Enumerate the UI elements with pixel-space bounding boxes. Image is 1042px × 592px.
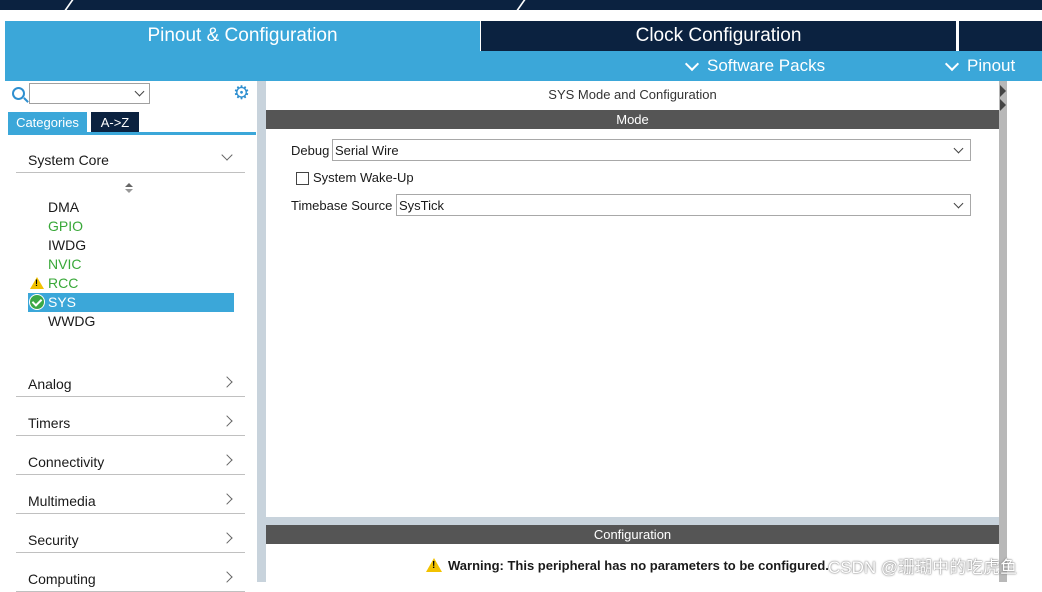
peripheral-item-nvic[interactable]: NVIC [28, 255, 234, 274]
category-security[interactable]: Security [16, 528, 245, 553]
peripheral-label: SYS [48, 294, 77, 310]
gear-icon[interactable]: ⚙ [233, 84, 250, 103]
category-label: Multimedia [28, 493, 96, 509]
debug-select-value: Serial Wire [335, 143, 399, 158]
category-label: System Core [28, 152, 109, 168]
peripheral-label: WWDG [48, 313, 96, 329]
check-circle-icon [29, 294, 45, 310]
chevron-down-icon [221, 149, 233, 161]
page-title: SYS Mode and Configuration [548, 87, 717, 102]
pinout-menu[interactable]: Pinout [944, 51, 1016, 81]
software-packs-menu[interactable]: Software Packs [684, 51, 826, 81]
expand-arrow-icon[interactable] [1000, 85, 1006, 97]
top-header-strip [0, 0, 1042, 12]
left-panel: ⚙ Categories A->Z System Core DMA GPIO I… [5, 81, 257, 592]
system-wakeup-label: System Wake-Up [313, 170, 414, 185]
timebase-select-value: SysTick [399, 198, 445, 213]
peripheral-label: GPIO [48, 218, 84, 234]
category-label: Timers [28, 415, 71, 431]
warning-icon [30, 277, 44, 289]
category-connectivity[interactable]: Connectivity [16, 450, 245, 475]
mode-section-header: Mode [266, 110, 999, 129]
right-scrollbar[interactable] [999, 81, 1007, 582]
left-panel-scrollbar[interactable] [257, 81, 266, 582]
chevron-right-icon [221, 376, 233, 388]
chevron-right-icon [221, 493, 233, 505]
tab-categories[interactable]: Categories [8, 112, 87, 132]
sort-icon[interactable] [125, 183, 133, 195]
chevron-right-icon [221, 571, 233, 583]
category-system-core[interactable]: System Core [16, 148, 245, 173]
debug-label: Debug [291, 143, 330, 158]
chevron-down-icon [953, 198, 964, 209]
pinout-menu-label: Pinout [967, 56, 1016, 75]
category-timers[interactable]: Timers [16, 411, 245, 436]
expand-arrow-icon[interactable] [1000, 99, 1006, 111]
category-label: Connectivity [28, 454, 105, 470]
peripheral-label: DMA [48, 199, 80, 215]
category-label: Security [28, 532, 79, 548]
category-label: Analog [28, 376, 72, 392]
warning-text: Warning: This peripheral has no paramete… [448, 558, 829, 573]
software-packs-label: Software Packs [707, 56, 826, 75]
secondary-menu-bar: Software Packs Pinout [5, 51, 1042, 81]
peripheral-item-rcc[interactable]: RCC [28, 274, 234, 293]
chevron-right-icon [221, 415, 233, 427]
tab-extra[interactable] [957, 21, 1042, 51]
category-label: Computing [28, 571, 96, 587]
panel-splitter[interactable] [266, 517, 999, 525]
top-tab-bar: Pinout & Configuration Clock Configurati… [5, 21, 1042, 51]
chevron-right-icon [221, 532, 233, 544]
timebase-source-label: Timebase Source [291, 198, 393, 213]
category-analog[interactable]: Analog [16, 372, 245, 397]
watermark: CSDN @珊瑚中的吃虎鱼 [828, 558, 1018, 577]
tab-clock-configuration[interactable]: Clock Configuration [480, 21, 956, 51]
header-separator [63, 0, 75, 12]
tab-a-z[interactable]: A->Z [91, 112, 139, 132]
chevron-down-icon [684, 56, 700, 71]
debug-select[interactable]: Serial Wire [332, 139, 971, 161]
peripheral-label: RCC [48, 275, 79, 291]
peripheral-item-sys[interactable]: SYS [28, 293, 234, 312]
category-computing[interactable]: Computing [16, 567, 245, 592]
system-wakeup-checkbox[interactable] [296, 172, 309, 185]
peripheral-item-iwdg[interactable]: IWDG [28, 236, 234, 255]
peripheral-item-dma[interactable]: DMA [28, 198, 234, 217]
timebase-source-select[interactable]: SysTick [396, 194, 971, 216]
category-multimedia[interactable]: Multimedia [16, 489, 245, 514]
peripheral-item-wwdg[interactable]: WWDG [28, 312, 234, 331]
search-icon[interactable] [12, 87, 25, 100]
peripheral-label: NVIC [48, 256, 82, 272]
main-panel: SYS Mode and Configuration Mode Debug Se… [266, 81, 999, 582]
configuration-section-header: Configuration [266, 525, 999, 544]
search-combo[interactable] [29, 83, 150, 104]
header-separator [515, 0, 527, 12]
warning-icon [426, 558, 442, 572]
chevron-down-icon [134, 86, 145, 97]
tab-pinout-configuration[interactable]: Pinout & Configuration [5, 21, 480, 51]
peripheral-label: IWDG [48, 237, 87, 253]
chevron-down-icon [953, 143, 964, 154]
tab-underline [8, 132, 256, 135]
peripheral-item-gpio[interactable]: GPIO [28, 217, 234, 236]
chevron-down-icon [944, 56, 960, 71]
chevron-right-icon [221, 454, 233, 466]
